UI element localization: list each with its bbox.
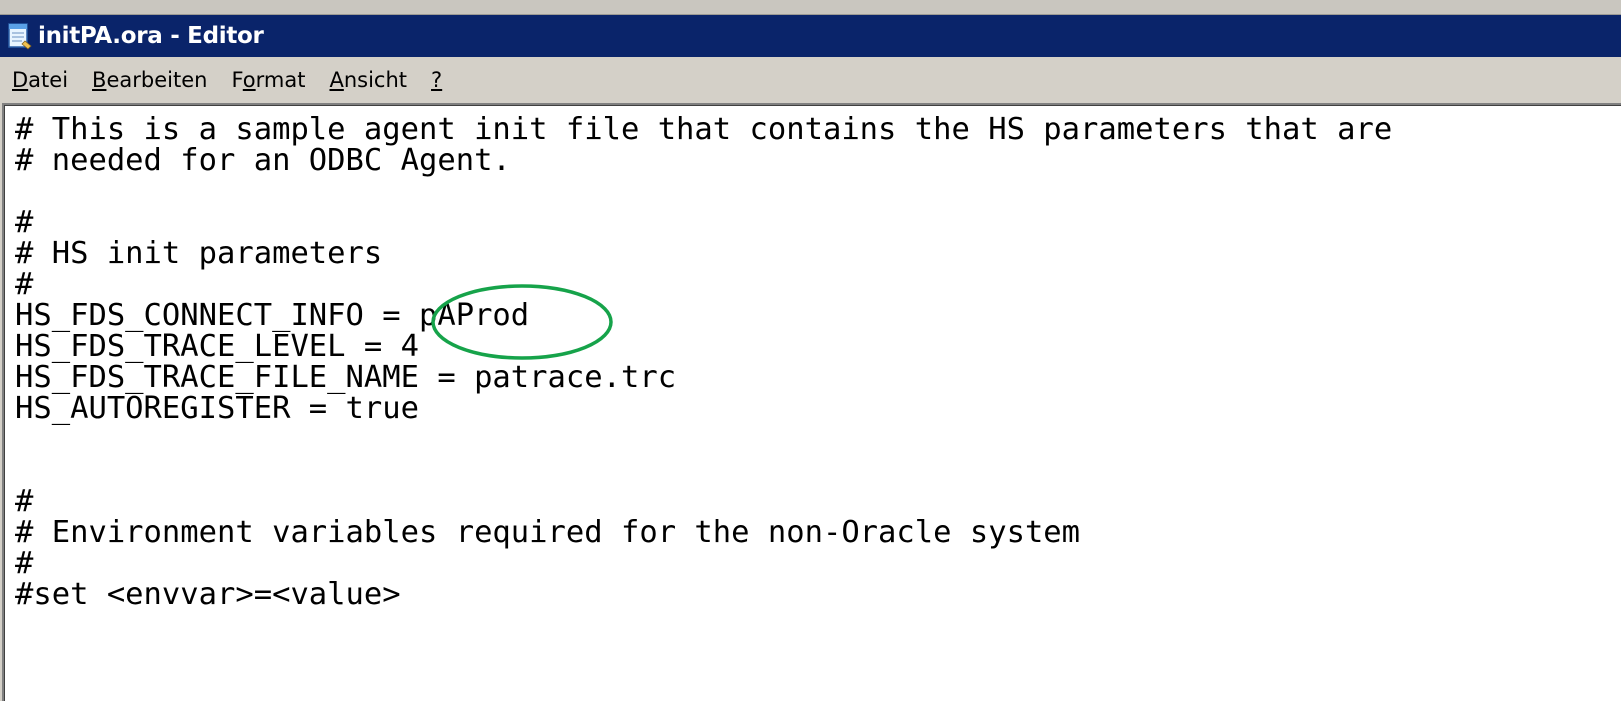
text-line[interactable]: # HS init parameters [15, 238, 382, 270]
text-line[interactable]: # [15, 486, 33, 518]
text-line[interactable]: HS_FDS_TRACE_LEVEL = 4 [15, 331, 419, 363]
menu-bearbeiten[interactable]: Bearbeiten [92, 68, 207, 92]
menu-bar: Datei Bearbeiten Format Ansicht ? [0, 57, 1621, 103]
title-bar[interactable]: initPA.ora - Editor [0, 15, 1621, 57]
text-line[interactable]: # [15, 207, 33, 239]
text-line[interactable]: HS_FDS_CONNECT_INFO = pAProd [15, 300, 529, 332]
screen-top-edge [0, 0, 1621, 15]
menu-datei[interactable]: Datei [12, 68, 68, 92]
text-line[interactable]: # [15, 548, 33, 580]
text-line[interactable]: # needed for an ODBC Agent. [15, 145, 511, 177]
window-title: initPA.ora - Editor [38, 23, 264, 49]
text-editor-area[interactable]: # This is a sample agent init file that … [2, 103, 1621, 701]
text-line[interactable]: #set <envvar>=<value> [15, 579, 401, 611]
menu-ansicht[interactable]: Ansicht [329, 68, 407, 92]
text-line[interactable]: HS_FDS_TRACE_FILE_NAME = patrace.trc [15, 362, 676, 394]
editor-content[interactable]: # This is a sample agent init file that … [4, 105, 1621, 701]
text-line[interactable]: # This is a sample agent init file that … [15, 114, 1392, 146]
editor-window: initPA.ora - Editor Datei Bearbeiten For… [0, 0, 1621, 701]
text-line[interactable]: HS_AUTOREGISTER = true [15, 393, 419, 425]
text-line[interactable]: # [15, 269, 33, 301]
text-line[interactable]: # Environment variables required for the… [15, 517, 1080, 549]
menu-help[interactable]: ? [431, 68, 442, 92]
notepad-icon [6, 22, 32, 50]
menu-format[interactable]: Format [231, 68, 305, 92]
